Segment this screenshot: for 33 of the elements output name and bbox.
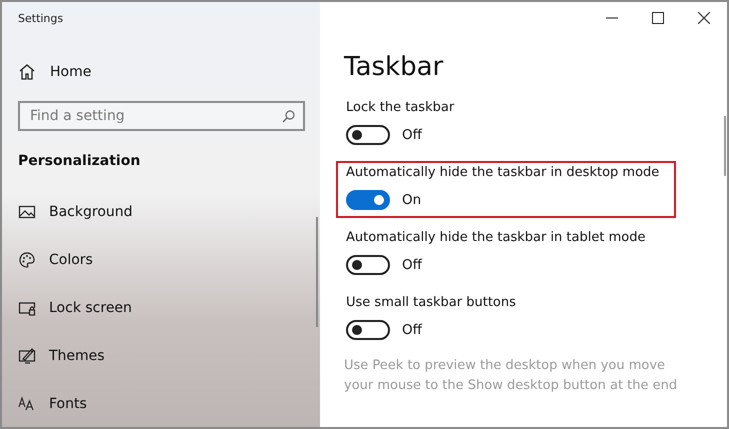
home-link[interactable]: Home <box>18 63 304 81</box>
fonts-icon <box>18 395 36 413</box>
maximize-icon <box>652 12 664 24</box>
scrollbar[interactable] <box>316 217 318 327</box>
picture-icon <box>18 203 36 221</box>
setting-label: Lock the taskbar <box>346 100 456 115</box>
toggle-switch[interactable] <box>346 320 390 340</box>
description-text: Use Peek to preview the desktop when you move your mouse to the Show desktop button at the end <box>344 357 678 395</box>
scrollbar[interactable] <box>724 116 726 176</box>
page-title: Taskbar <box>344 52 444 82</box>
nav-item[interactable]: Background <box>18 201 304 223</box>
setting-label: Automatically hide the taskbar in desktop mode <box>346 165 660 180</box>
palette-icon <box>18 251 36 269</box>
toggle-state: On <box>402 192 422 208</box>
window-title: Settings <box>18 12 64 25</box>
toggle-switch[interactable] <box>346 125 390 145</box>
setting-label: Use small taskbar buttons <box>346 295 517 310</box>
toggle-switch[interactable] <box>346 190 390 210</box>
toggle-state: Off <box>402 127 422 143</box>
nav-item[interactable]: Themes <box>18 345 304 367</box>
toggle-state: Off <box>402 257 422 273</box>
search-field[interactable]: Find a setting <box>18 101 305 131</box>
search-icon <box>282 110 295 122</box>
nav-item[interactable]: Lock screen <box>18 297 304 319</box>
home-icon <box>18 63 36 81</box>
toggle-state: Off <box>402 322 422 338</box>
setting-label: Automatically hide the taskbar in tablet mode <box>346 230 646 245</box>
section-heading: Personalization <box>18 153 142 169</box>
close-icon <box>698 12 710 24</box>
nav-item[interactable]: Fonts <box>18 393 304 415</box>
themes-icon <box>18 347 36 365</box>
toggle-switch[interactable] <box>346 255 390 275</box>
nav-item[interactable]: Colors <box>18 249 304 271</box>
